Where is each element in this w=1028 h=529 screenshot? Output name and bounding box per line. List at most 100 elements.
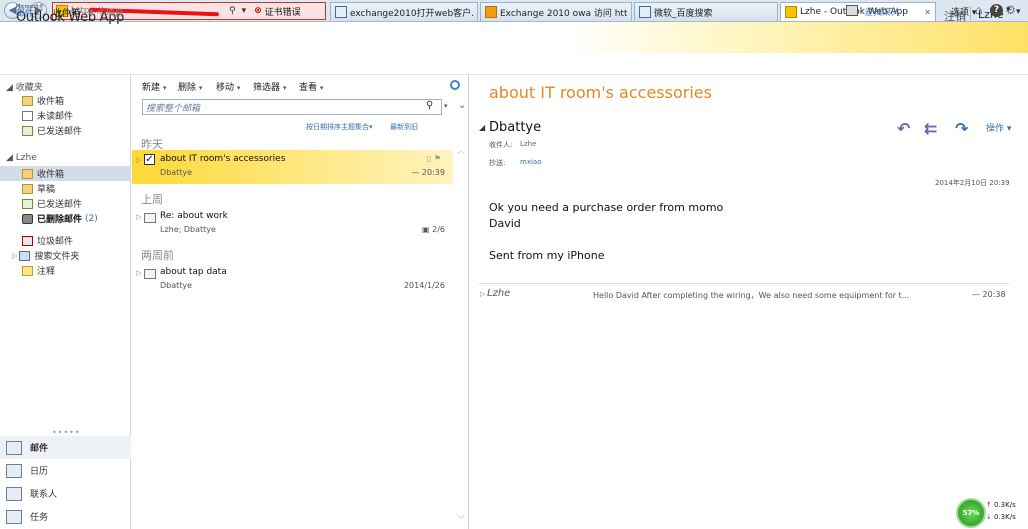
sender-name[interactable]: Dbattye [489,120,541,135]
search-icon[interactable]: ⚲ [426,100,433,111]
owa-header [0,22,1028,53]
chevron-down-icon[interactable]: ▾ [1016,7,1021,17]
conversation-count-icon: ▣ [422,225,433,234]
message-body-line: Ok you need a purchase order from momo [489,201,724,214]
cert-error-icon[interactable]: ⊗ [254,6,262,16]
expand-icon[interactable]: ▷ [480,290,485,298]
expand-icon[interactable]: ▷ [136,156,141,164]
cc-recipient[interactable]: mxiao [520,158,541,166]
list-item[interactable]: ▷ about tap data Dbattye 2014/1/26 [132,263,453,297]
unread-mail-icon [22,110,33,121]
breadcrumb-mail[interactable]: 邮件 [16,6,34,19]
item-count: 4 个项目 [88,9,124,19]
download-rate: 0.3K/s [994,513,1016,521]
scroll-down-icon[interactable]: ﹀ [457,514,465,525]
dropdown-icon[interactable]: ▾ [242,6,247,16]
list-item[interactable]: ▷ ✓ about IT room's accessories Dbattye … [132,150,453,184]
chevron-down-icon[interactable]: ▾ [1006,5,1011,15]
network-speed-gauge[interactable]: 57% [956,498,986,528]
expand-search-icon[interactable]: ⌄ [458,100,466,111]
notes-icon [22,265,33,276]
page-icon [639,6,651,18]
address-book-icon[interactable] [846,5,858,16]
chevron-down-icon: ▾ [319,84,324,92]
inbox-icon [22,95,33,106]
options-menu[interactable]: 选项 ▾ [951,5,976,18]
sort-dropdown[interactable]: 按日期排序主题集合▾ [306,122,373,132]
module-contacts[interactable]: 联系人 [0,482,131,505]
module-calendar[interactable]: 日历 [0,459,131,482]
delete-button[interactable]: 删除 ▾ [178,80,202,93]
fav-inbox[interactable]: 收件箱 [6,93,130,108]
to-recipient[interactable]: Lzhe [520,140,536,148]
mail-icon [6,440,22,455]
contacts-icon [6,486,22,501]
chevron-down-icon: ▾ [282,84,287,92]
move-button[interactable]: 移动 ▾ [216,80,240,93]
to-label: 收件人: [489,141,513,149]
module-tasks[interactable]: 任务 [0,505,131,528]
actions-menu[interactable]: 操作 ▾ [986,121,1011,134]
folder-junk[interactable]: 垃圾邮件 [6,233,130,248]
tasks-icon [6,509,22,524]
message-subject: about IT room's accessories [489,83,712,102]
divider [479,283,1009,284]
folder-notes[interactable]: 注释 [6,263,130,278]
conversation-time: — 20:38 [972,290,1006,299]
close-tab-icon[interactable]: ✕ [924,8,931,17]
trash-icon [22,213,33,224]
reply-all-icon[interactable]: ⇇ [924,119,937,138]
search-folder-icon [19,250,31,261]
view-button[interactable]: 查看 ▾ [299,80,323,93]
message-body-line: David [489,217,521,230]
chevron-down-icon: ▾ [162,84,167,92]
filter-button[interactable]: 筛选器 ▾ [253,80,286,93]
page-icon [335,6,347,18]
tab-exchange2010[interactable]: exchange2010打开web客户... [330,2,478,21]
folder-search[interactable]: ▷ 搜索文件夹 [6,248,130,263]
collapse-icon: ◢ [6,153,16,163]
tab-owa-active[interactable]: Lzhe - Outlook Web App ✕ [780,2,936,21]
expand-icon[interactable]: ▷ [136,269,141,277]
search-icon[interactable]: ⚲ [229,6,236,16]
sort-order-toggle[interactable]: 最新到旧 [390,122,418,132]
cert-error-label[interactable]: 证书错误 [265,5,301,18]
message-list-pane [132,75,469,529]
favorites-header[interactable]: ◢ 收藏夹 [6,80,43,93]
help-icon[interactable]: ? [990,4,1003,17]
conversation-preview[interactable]: Hello David After completing the wiring，… [593,290,913,301]
message-date: 2014年2月10日 20:39 [935,179,1010,187]
reading-pane [470,75,1028,529]
chevron-down-icon: ▾ [236,84,241,92]
forward-icon[interactable]: ↷ [955,119,968,138]
collapse-header-icon[interactable]: ◢ [479,123,485,132]
chevron-down-icon[interactable]: ▾ [444,102,448,110]
scroll-up-icon[interactable]: ︿ [457,145,465,156]
tab-exchange-owa[interactable]: Exchange 2010 owa 访问 htt... [480,2,632,21]
expand-icon[interactable]: ▷ [12,252,17,260]
list-item[interactable]: ▷ Re: about work Lzhe; Dbattye ▣ 2/6 [132,207,453,241]
find-people-input[interactable]: 查找某人 [864,5,900,18]
chevron-down-icon: ▾ [971,8,977,18]
group-header-last-week: 上周 [141,193,163,206]
flag-icon[interactable]: ▯ ⚑ [427,154,441,163]
new-button[interactable]: 新建 ▾ [142,80,166,93]
cc-label: 抄送: [489,159,506,167]
folder-inbox[interactable]: 收件箱 [0,166,131,181]
reply-icon[interactable]: ↶ [897,119,910,138]
download-arrow-icon: ↓ [986,513,992,521]
expand-icon[interactable]: ▷ [136,213,141,221]
refresh-icon[interactable] [450,80,460,90]
fav-unread[interactable]: 未读邮件 [6,108,130,123]
module-mail[interactable]: 邮件 [0,436,131,459]
conversation-sender[interactable]: Lzhe [487,288,510,299]
message-body-line: Sent from my iPhone [489,249,605,262]
breadcrumb-bar [0,53,1028,75]
tab-baidu[interactable]: 微软_百度搜索 [634,2,778,21]
checkbox[interactable]: ✓ [144,154,155,165]
folder-sent[interactable]: 已发送邮件 [6,196,130,211]
fav-sent[interactable]: 已发送邮件 [6,123,130,138]
mailbox-header[interactable]: ◢ Lzhe [6,153,37,163]
folder-drafts[interactable]: 草稿 [6,181,130,196]
folder-deleted[interactable]: 已删除邮件 (2) [6,211,130,226]
